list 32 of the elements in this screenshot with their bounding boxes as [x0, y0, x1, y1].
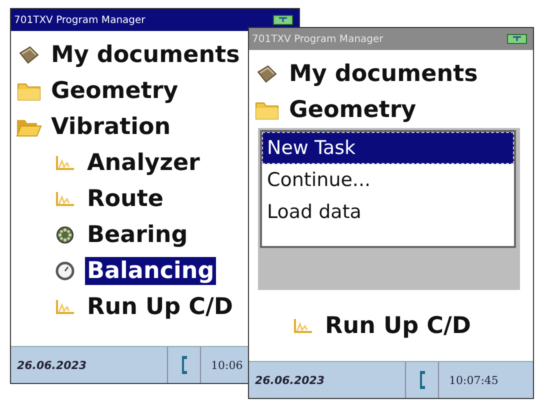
- gear-icon: [55, 225, 75, 245]
- status-time: 10:07:45: [448, 374, 498, 386]
- status-date: 26.06.2023: [254, 374, 326, 386]
- tree-item[interactable]: Route: [85, 185, 166, 213]
- tree-item[interactable]: My documents: [49, 41, 242, 69]
- battery-icon: [507, 34, 527, 44]
- window-title: 701TXV Program Manager: [14, 14, 146, 26]
- handset-icon: [180, 355, 188, 375]
- status-date: 26.06.2023: [16, 358, 88, 372]
- book-icon: [18, 45, 40, 65]
- tree-item[interactable]: Analyzer: [85, 149, 202, 177]
- tree-item[interactable]: Balancing: [85, 257, 216, 285]
- menu-item[interactable]: Load data: [262, 196, 514, 228]
- status-time: 10:06: [210, 358, 243, 372]
- tree-item[interactable]: Bearing: [85, 221, 190, 249]
- chart-icon: [293, 318, 313, 334]
- tree-item[interactable]: Run Up C/D: [85, 293, 235, 321]
- battery-icon: [273, 15, 293, 25]
- tree-item[interactable]: Geometry: [287, 96, 418, 124]
- book-icon: [256, 64, 278, 84]
- dial-icon: [55, 261, 75, 281]
- chart-icon: [55, 299, 75, 315]
- tree-item[interactable]: Geometry: [49, 77, 180, 105]
- tree-item[interactable]: My documents: [287, 60, 480, 88]
- tree-item[interactable]: Vibration: [49, 113, 173, 141]
- window-title: 701TXV Program Manager: [252, 34, 384, 44]
- menu-item[interactable]: Continue...: [262, 164, 514, 196]
- chart-icon: [55, 155, 75, 171]
- handset-icon: [418, 370, 426, 390]
- tree-item[interactable]: Run Up C/D: [323, 312, 473, 340]
- chart-icon: [55, 191, 75, 207]
- menu-item[interactable]: New Task: [262, 132, 514, 164]
